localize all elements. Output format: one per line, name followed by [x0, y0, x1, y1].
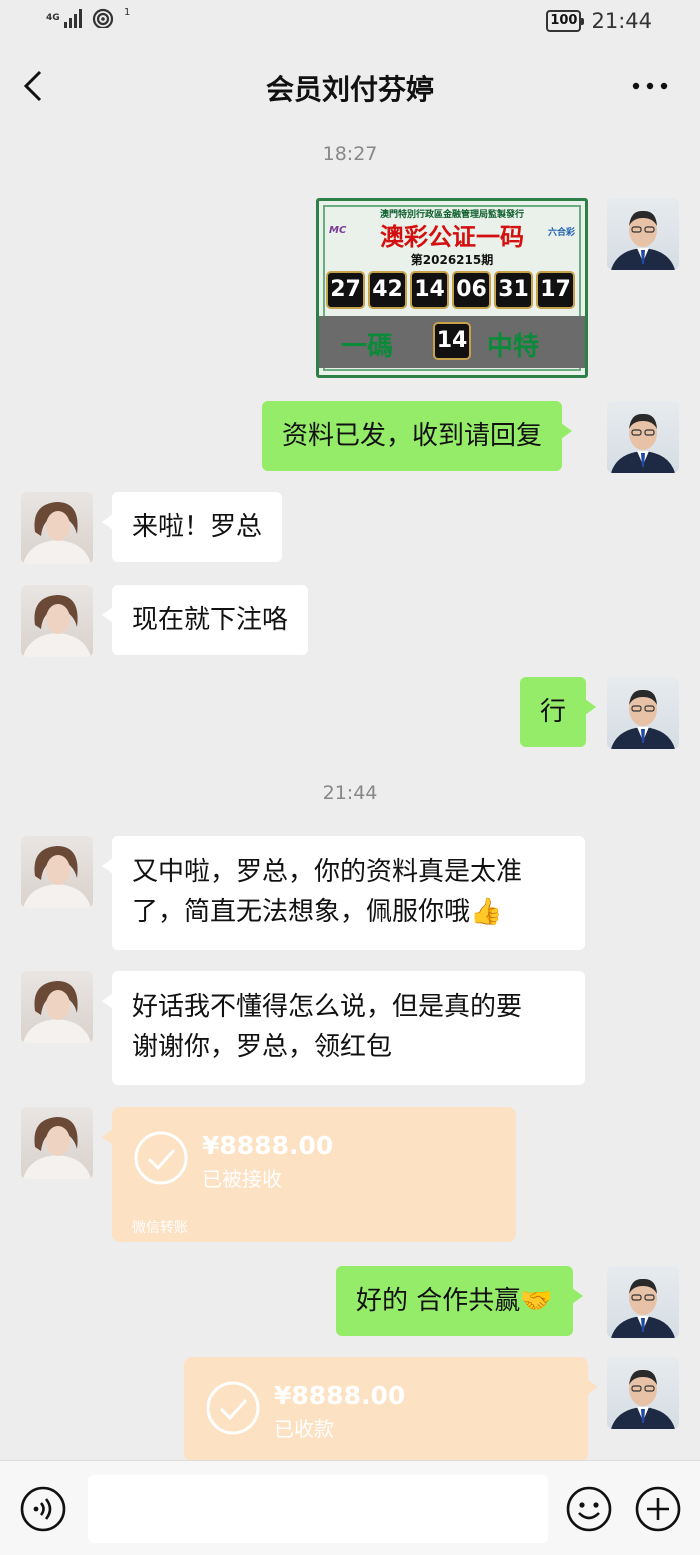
lottery-number: 06 — [452, 271, 491, 309]
status-bar: 4G 1 100 21:44 — [0, 0, 700, 44]
status-left: 4G 1 — [46, 6, 131, 28]
avatar-other[interactable] — [21, 971, 93, 1043]
check-circle-icon — [134, 1131, 188, 1185]
more-dots-icon[interactable] — [630, 66, 670, 106]
lottery-number: 14 — [410, 271, 449, 309]
lottery-image[interactable]: 澳門特別行政區金融管理局監製發行 MC 六合彩 澳彩公证一码 第2026215期… — [316, 198, 588, 378]
status-right: 100 21:44 — [546, 9, 652, 33]
avatar-self[interactable] — [607, 1266, 679, 1338]
message-bubble-self[interactable]: 好的 合作共赢🤝 — [336, 1266, 583, 1336]
message-input[interactable] — [88, 1475, 548, 1543]
message-bubble-other[interactable]: 好话我不懂得怎么说，但是真的要 谢谢你，罗总，领红包 — [102, 971, 585, 1085]
avatar-self[interactable] — [607, 198, 679, 270]
avatar-self[interactable] — [607, 401, 679, 473]
emoji-icon[interactable] — [565, 1485, 613, 1533]
sim-badge: 1 — [124, 6, 131, 18]
time-label: 21:44 — [322, 782, 378, 804]
transfer-amount: ¥8888.00 — [274, 1381, 406, 1410]
transfer-status: 已被接收 — [202, 1167, 282, 1191]
lottery-issue: 第2026215期 — [410, 253, 494, 267]
lottery-number: 31 — [494, 271, 533, 309]
network-type: 4G — [46, 12, 60, 23]
lottery-bottom-left: 一碼 — [341, 332, 394, 362]
wifi-icon — [92, 8, 114, 28]
message-line: 谢谢你，罗总，领红包 — [132, 1032, 393, 1062]
message-line: 了，简直无法想象，佩服你哦👍 — [132, 897, 503, 927]
transfer-card[interactable]: ¥8888.00 已收款 — [184, 1357, 598, 1462]
lottery-bottom: 一碼 14 中特 — [319, 316, 585, 368]
avatar-other[interactable] — [21, 1107, 93, 1179]
avatar-other[interactable] — [21, 836, 93, 908]
voice-icon[interactable] — [19, 1485, 67, 1533]
transfer-footer: 微信转账 — [132, 1220, 188, 1236]
message-bubble-self[interactable]: 行 — [520, 677, 597, 747]
lottery-number: 27 — [326, 271, 365, 309]
plus-icon[interactable] — [634, 1485, 682, 1533]
title-bar: 会员刘付芬婷 — [0, 44, 700, 128]
message-bubble-other[interactable]: 来啦！罗总 — [101, 492, 283, 562]
lottery-bottom-right: 中特 — [487, 332, 540, 362]
status-time: 21:44 — [591, 9, 652, 33]
check-circle-icon — [206, 1381, 260, 1435]
message-line: 又中啦，罗总，你的资料真是太准 — [132, 857, 523, 887]
avatar-other[interactable] — [21, 585, 93, 657]
transfer-status: 已收款 — [274, 1417, 334, 1441]
transfer-card[interactable]: ¥8888.00 已被接收 微信转账 — [102, 1107, 516, 1242]
lottery-number: 17 — [536, 271, 575, 309]
message-line: 好话我不懂得怎么说，但是真的要 — [132, 992, 523, 1022]
lottery-title: 澳彩公证一码 — [380, 222, 524, 251]
avatar-self[interactable] — [607, 1357, 679, 1429]
time-label: 18:27 — [322, 143, 378, 165]
lottery-numbers: 27 42 14 06 31 17 — [326, 271, 575, 309]
signal-icon — [64, 8, 82, 28]
avatar-self[interactable] — [607, 677, 679, 749]
message-bubble-self[interactable]: 资料已发，收到请回复 — [262, 401, 573, 471]
message-bubble-other[interactable]: 现在就下注咯 — [101, 585, 309, 655]
avatar-other[interactable] — [21, 492, 93, 564]
lottery-number: 42 — [368, 271, 407, 309]
message-bubble-other[interactable]: 又中啦，罗总，你的资料真是太准 了，简直无法想象，佩服你哦👍 — [102, 836, 585, 950]
input-bar — [0, 1460, 700, 1555]
battery-icon: 100 — [546, 10, 585, 32]
chat-title: 会员刘付芬婷 — [265, 73, 434, 106]
lottery-special: 14 — [433, 322, 471, 360]
transfer-amount: ¥8888.00 — [202, 1131, 334, 1160]
